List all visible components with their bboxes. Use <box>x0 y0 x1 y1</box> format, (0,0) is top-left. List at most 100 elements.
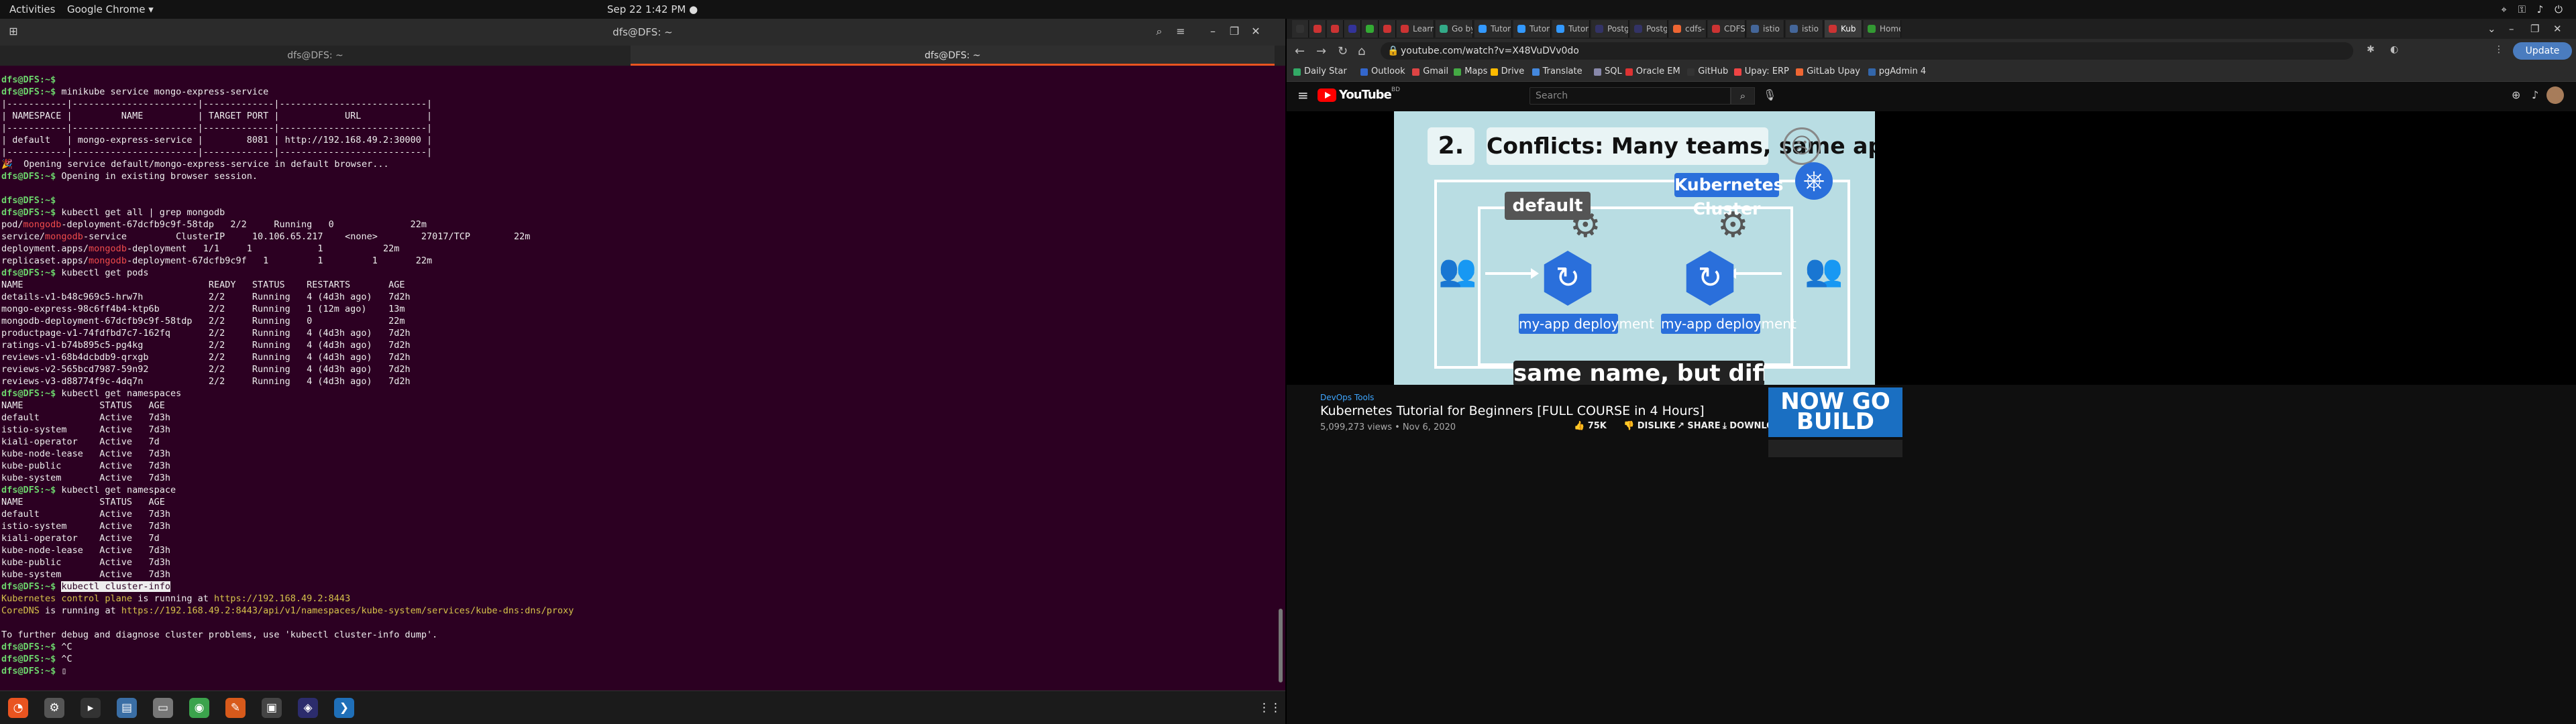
search-icon[interactable]: ⌕ <box>1151 23 1167 40</box>
back-icon[interactable]: ← <box>1295 44 1305 58</box>
bookmark-item[interactable]: SQL <box>1594 66 1622 76</box>
bookmark-label: Oracle EM <box>1635 66 1680 76</box>
browser-tab[interactable]: cdfs- <box>1669 20 1707 38</box>
home-icon[interactable]: ⌂ <box>1358 44 1365 58</box>
bell-icon[interactable]: ♪ <box>2532 88 2538 101</box>
system-status-icons[interactable]: ⌖ ⚿ ♪ ⏻ <box>2501 3 2567 15</box>
bookmark-label: SQL <box>1605 66 1622 76</box>
browser-tab[interactable] <box>1379 20 1396 38</box>
create-icon[interactable]: ⊕ <box>2512 88 2520 101</box>
screenshot-icon[interactable]: ▣ <box>262 698 282 718</box>
reload-icon[interactable]: ↻ <box>1338 44 1348 58</box>
minimize-icon[interactable]: – <box>2509 23 2514 35</box>
terminal-line: | default | mongo-express-service | 8081… <box>1 134 1275 146</box>
vscode-icon[interactable]: ❯ <box>334 698 354 718</box>
terminal-tab-2[interactable]: dfs@DFS: ~ <box>631 46 1275 66</box>
mic-icon[interactable]: 🎙 <box>1763 88 1776 101</box>
browser-tab[interactable]: Postg <box>1591 20 1629 38</box>
terminal-title: dfs@DFS: ~ <box>612 26 673 38</box>
clock[interactable]: Sep 22 1:42 PM ● <box>607 3 698 15</box>
bookmark-item[interactable]: pgAdmin 4 <box>1868 66 1926 76</box>
hamburger-icon[interactable]: ≡ <box>1297 87 1309 103</box>
browser-tab[interactable]: Learn <box>1397 20 1434 38</box>
extensions-icon[interactable]: ✱ <box>2367 44 2375 55</box>
menu-icon[interactable]: ⋮ <box>2494 44 2504 55</box>
browser-tab[interactable]: CDFS <box>1708 20 1746 38</box>
postman-icon[interactable]: ✎ <box>225 698 246 718</box>
bookmark-item[interactable]: GitLab Upay <box>1796 66 1860 76</box>
address-bar[interactable]: 🔒 youtube.com/watch?v=X48VuDVv0do <box>1381 42 2353 60</box>
browser-tab[interactable]: Go by <box>1436 20 1473 38</box>
bookmark-item[interactable]: Drive <box>1490 66 1524 76</box>
close-icon[interactable]: ✕ <box>1248 23 1264 40</box>
browser-tab[interactable]: Tutori <box>1513 20 1551 38</box>
minimize-icon[interactable]: – <box>1205 23 1221 40</box>
video-frame[interactable]: 2. Conflicts: Many teams, same applicati… <box>1394 111 1875 385</box>
line-text: -deployment 1/1 1 1 22m <box>126 243 400 254</box>
bookmark-item[interactable]: Gmail <box>1412 66 1448 76</box>
ad-banner[interactable]: NOW GO BUILD <box>1768 387 1902 437</box>
activities-button[interactable]: Activities <box>9 3 55 15</box>
line-text: kubectl get namespace <box>56 485 176 495</box>
chrome-icon[interactable]: ◉ <box>189 698 209 718</box>
browser-tab[interactable] <box>1292 20 1309 38</box>
bookmark-item[interactable]: Maps <box>1454 66 1487 76</box>
search-input[interactable]: Search <box>1529 87 1731 105</box>
bookmark-item[interactable]: Outlook <box>1360 66 1405 76</box>
share-button[interactable]: ↗ SHARE <box>1677 421 1721 431</box>
browser-tab[interactable] <box>1344 20 1361 38</box>
forward-icon[interactable]: → <box>1316 44 1326 58</box>
share-icon: ↗ <box>1677 421 1688 431</box>
chrome-window: ⌄ – ❐ ✕ Learn Go by Tutori Tutori Tutori Post… <box>1287 19 2576 724</box>
dislike-button[interactable]: 👎 DISLIKE <box>1623 421 1676 431</box>
youtube-header: ≡ YouTube BD Search ⌕ 🎙 ⊕ ♪ <box>1287 82 2576 109</box>
terminal-output[interactable]: dfs@DFS:~$ dfs@DFS:~$ minikube service mo… <box>0 74 1275 687</box>
document-icon[interactable]: ▤ <box>117 698 137 718</box>
files-icon[interactable]: ▭ <box>153 698 173 718</box>
ubuntu-software-icon[interactable]: ◔ <box>8 698 28 718</box>
bookmark-item[interactable]: Upay: ERP <box>1733 66 1789 76</box>
prompt: dfs@DFS:~$ <box>1 207 56 218</box>
close-icon[interactable]: ✕ <box>2553 23 2562 35</box>
avatar[interactable] <box>2546 86 2564 104</box>
favicon-icon <box>1712 25 1720 33</box>
browser-tab[interactable]: Kub <box>1825 20 1862 38</box>
browser-tab[interactable]: Home <box>1864 20 1901 38</box>
tab-search-icon[interactable]: ⌄ <box>2487 23 2496 35</box>
bookmark-item[interactable]: GitHub <box>1687 66 1728 76</box>
profile-icon[interactable]: ◐ <box>2390 44 2398 55</box>
terminal-icon[interactable]: ▸ <box>80 698 101 718</box>
monitor-icon[interactable]: ◈ <box>298 698 318 718</box>
terminal-scrollbar[interactable] <box>1279 609 1283 682</box>
browser-tab[interactable] <box>1309 20 1326 38</box>
video-player[interactable]: 2. Conflicts: Many teams, same applicati… <box>1287 111 2576 385</box>
prompt: dfs@DFS:~$ <box>1 171 56 182</box>
browser-tab[interactable]: Tutori <box>1552 20 1590 38</box>
maximize-icon[interactable]: ❐ <box>2530 23 2539 35</box>
chrome-toolbar: ← → ↻ ⌂ 🔒 youtube.com/watch?v=X48VuDVv0d… <box>1287 39 2576 63</box>
app-grid-icon[interactable]: ⋮⋮ <box>1258 698 1281 718</box>
app-menu[interactable]: Google Chrome ▾ <box>67 3 154 15</box>
bookmark-item[interactable]: Daily Star <box>1293 66 1347 76</box>
search-button[interactable]: ⌕ <box>1731 87 1755 105</box>
settings-icon[interactable]: ⚙ <box>44 698 64 718</box>
update-button[interactable]: Update <box>2513 42 2572 60</box>
browser-tab[interactable]: istio <box>1786 20 1823 38</box>
sad-face-icon: ☹ <box>1783 127 1821 165</box>
terminal-line: details-v1-b48c969c5-hrw7h 2/2 Running 4… <box>1 291 1275 303</box>
browser-tab[interactable]: istio <box>1747 20 1784 38</box>
prompt: dfs@DFS:~$ <box>1 195 56 206</box>
browser-tab[interactable] <box>1362 20 1379 38</box>
channel-name[interactable]: DevOps Tools <box>1320 393 1374 402</box>
browser-tab[interactable]: Tutori <box>1474 20 1512 38</box>
menu-icon[interactable]: ≡ <box>1173 23 1189 40</box>
terminal-tab-1[interactable]: dfs@DFS: ~ <box>0 46 631 66</box>
maximize-icon[interactable]: ❐ <box>1226 23 1242 40</box>
browser-tab[interactable]: Postg <box>1630 20 1668 38</box>
like-button[interactable]: 👍 75K <box>1574 421 1607 431</box>
terminal-line: |-----------|-----------------------|---… <box>1 98 1275 110</box>
browser-tab[interactable] <box>1327 20 1344 38</box>
bookmark-item[interactable]: Translate <box>1532 66 1582 76</box>
bookmark-item[interactable]: Oracle EM <box>1625 66 1680 76</box>
next-video-thumbnail[interactable] <box>1768 440 1902 457</box>
